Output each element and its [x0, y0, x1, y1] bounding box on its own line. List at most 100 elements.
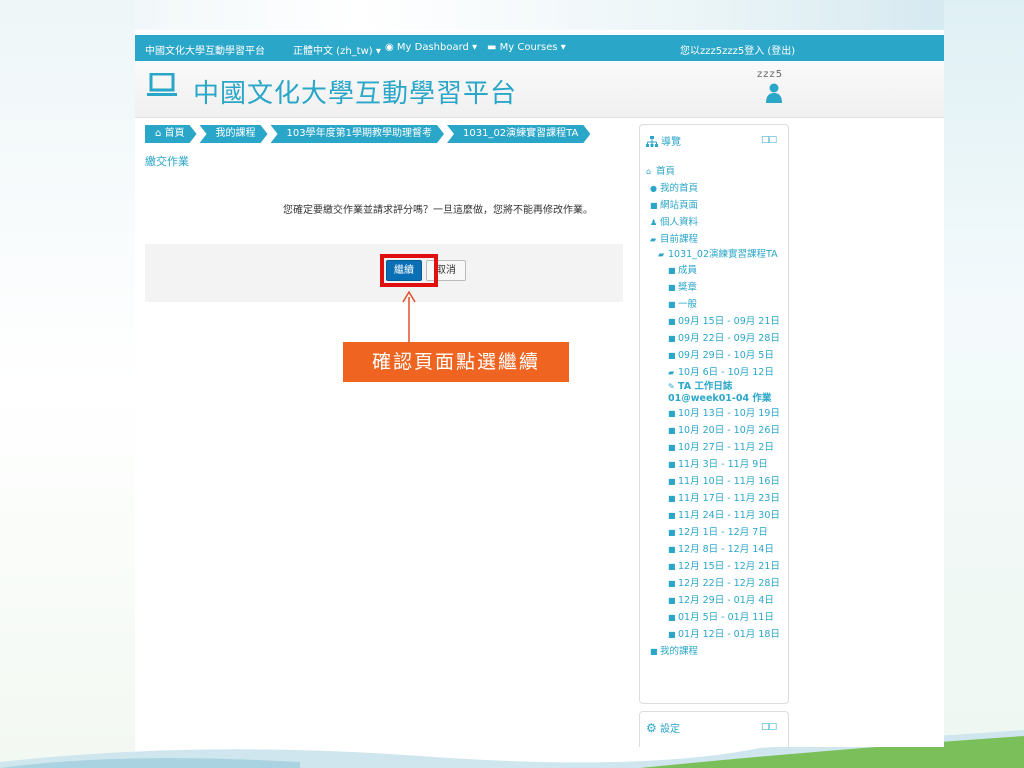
- folder-icon: ■: [668, 426, 676, 435]
- folder-icon: ■: [668, 334, 676, 343]
- nav-tree-item-label: 11月 10日 - 11月 16日: [678, 476, 780, 487]
- nav-tree-item-label: 10月 6日 - 10月 12日: [678, 367, 774, 378]
- nav-tree-item-label: 12月 15日 - 12月 21日: [678, 561, 780, 572]
- breadcrumb-term[interactable]: 103學年度第1學期教學助理督考: [271, 125, 444, 143]
- folder-icon: ■: [668, 494, 676, 503]
- settings-block-title: ⚙ 設定: [646, 720, 680, 735]
- arrow-up-icon: [402, 291, 416, 343]
- nav-tree-item-label: 11月 17日 - 11月 23日: [678, 493, 780, 504]
- navigation-block: 導覽 □□ ⌂ 首頁 ● 我的首頁 ■ 網站頁面 ♟ 個人資料 ▰ 目前課程 ▰ 1031_02演練實…: [639, 124, 789, 704]
- nav-tree-item[interactable]: ■ 11月 17日 - 11月 23日: [646, 490, 786, 507]
- nav-tree-item[interactable]: ■ 11月 3日 - 11月 9日: [646, 456, 786, 473]
- nav-tree-item-label: 成員: [678, 265, 698, 276]
- avatar[interactable]: [765, 83, 783, 103]
- nav-tree-item-label: 10月 27日 - 11月 2日: [678, 442, 774, 453]
- confirm-message: 您確定要繳交作業並請求評分嗎？一旦這麼做，您將不能再修改作業。: [283, 205, 593, 216]
- nav-tree-item[interactable]: ■ 12月 22日 - 12月 28日: [646, 575, 786, 592]
- folder-icon: ■: [668, 545, 676, 554]
- folder-icon: ■: [668, 596, 676, 605]
- gear-icon: ⚙: [646, 721, 657, 735]
- nav-tree-item[interactable]: ✎ TA 工作日誌 01@week01-04 作業: [646, 381, 778, 405]
- user-name[interactable]: zzz5: [757, 69, 783, 80]
- nav-tree-item[interactable]: ■ 11月 24日 - 11月 30日: [646, 507, 786, 524]
- nav-tree-item-label: 首頁: [656, 166, 676, 177]
- navigation-block-title: 導覽: [646, 133, 681, 148]
- block-dock-icon[interactable]: □□: [761, 135, 777, 145]
- browser-content: 中國文化大學互動學習平台 正體中文 (zh_tw) ▾ ◉ My Dashboa…: [135, 35, 944, 747]
- nav-tree-item[interactable]: ■ 10月 13日 - 10月 19日: [646, 405, 786, 422]
- assignment-icon: ✎: [668, 382, 675, 391]
- nav-tree-item-label: 10月 13日 - 10月 19日: [678, 408, 780, 419]
- folder-open-icon: ▰: [658, 250, 665, 259]
- nav-tree-item[interactable]: ▰ 10月 6日 - 10月 12日: [646, 364, 786, 381]
- nav-tree-item[interactable]: ▰ 目前課程: [646, 231, 786, 248]
- home-icon: ⌂: [646, 167, 652, 176]
- nav-tree-item[interactable]: ■ 獎章: [646, 279, 786, 296]
- nav-tree-item-label: TA 工作日誌 01@week01-04 作業: [668, 381, 772, 404]
- nav-tree-item[interactable]: ■ 12月 8日 - 12月 14日: [646, 541, 786, 558]
- folder-icon: ■: [668, 351, 676, 360]
- breadcrumb: ⌂ 首頁 我的課程 103學年度第1學期教學助理督考 1031_02演練實習課程…: [145, 125, 593, 143]
- nav-tree-item[interactable]: ■ 01月 5日 - 01月 11日: [646, 609, 786, 626]
- login-status[interactable]: 您以zzz5zzz5登入 (登出): [680, 42, 795, 57]
- dashboard-icon: ◉: [385, 42, 394, 53]
- nav-tree-item[interactable]: ■ 網站頁面: [646, 197, 786, 214]
- folder-icon: ■: [668, 511, 676, 520]
- nav-tree-item-label: 1031_02演練實習課程TA: [668, 249, 778, 260]
- folder-icon: ■: [668, 613, 676, 622]
- nav-tree-item[interactable]: ▰ 1031_02演練實習課程TA: [646, 248, 778, 262]
- breadcrumb-course[interactable]: 1031_02演練實習課程TA: [447, 125, 590, 143]
- folder-icon: ■: [668, 443, 676, 452]
- folder-icon: ■: [668, 283, 676, 292]
- folder-icon: ■: [668, 317, 676, 326]
- nav-tree-item-label: 目前課程: [660, 234, 699, 245]
- navigation-block-label: 導覽: [661, 137, 681, 148]
- breadcrumb-my-courses[interactable]: 我的課程: [200, 125, 268, 143]
- nav-tree-item-label: 獎章: [678, 282, 698, 293]
- folder-icon: ■: [668, 528, 676, 537]
- nav-tree-item[interactable]: ■ 12月 29日 - 01月 4日: [646, 592, 786, 609]
- folder-icon: ■: [668, 266, 676, 275]
- nav-tree-item[interactable]: ■ 12月 1日 - 12月 7日: [646, 524, 786, 541]
- nav-tree-item[interactable]: ■ 09月 15日 - 09月 21日: [646, 313, 786, 330]
- chevron-down-icon: ▾: [375, 46, 381, 57]
- dashboard-label: My Dashboard: [396, 42, 469, 53]
- nav-tree-item-label: 09月 29日 - 10月 5日: [678, 350, 774, 361]
- language-menu[interactable]: 正體中文 (zh_tw) ▾: [293, 42, 381, 57]
- nav-tree-item[interactable]: ■ 10月 20日 - 10月 26日: [646, 422, 786, 439]
- nav-tree-item-label: 12月 22日 - 12月 28日: [678, 578, 780, 589]
- nav-tree-item-label: 11月 3日 - 11月 9日: [678, 459, 768, 470]
- language-label: 正體中文 (zh_tw): [293, 46, 373, 57]
- courses-menu[interactable]: ▬ My Courses ▾: [487, 42, 566, 53]
- dashboard-menu[interactable]: ◉ My Dashboard ▾: [385, 42, 477, 53]
- nav-tree-item[interactable]: ● 我的首頁: [646, 180, 786, 197]
- nav-tree-item[interactable]: ■ 09月 29日 - 10月 5日: [646, 347, 786, 364]
- nav-tree-item[interactable]: ■ 10月 27日 - 11月 2日: [646, 439, 786, 456]
- nav-tree-item[interactable]: ♟ 個人資料: [646, 214, 786, 231]
- nav-tree-item[interactable]: ■ 12月 15日 - 12月 21日: [646, 558, 786, 575]
- nav-tree-item[interactable]: ■ 09月 22日 - 09月 28日: [646, 330, 786, 347]
- folder-icon: ■: [668, 460, 676, 469]
- nav-tree-item[interactable]: ■ 一般: [646, 296, 786, 313]
- slide-left-decoration: [0, 0, 135, 768]
- home-icon: ⌂: [155, 128, 162, 139]
- slide-top-decoration: [0, 0, 1024, 30]
- circle-icon: ●: [650, 184, 657, 193]
- block-dock-icon[interactable]: □□: [761, 722, 777, 732]
- site-title[interactable]: 中國文化大學互動學習平台: [193, 73, 517, 110]
- nav-tree-item-label: 10月 20日 - 10月 26日: [678, 425, 780, 436]
- settings-block: ⚙ 設定 □□: [639, 711, 789, 747]
- nav-tree-item[interactable]: ■ 11月 10日 - 11月 16日: [646, 473, 786, 490]
- nav-tree-item[interactable]: ■ 01月 12日 - 01月 18日: [646, 626, 786, 643]
- breadcrumb-home[interactable]: ⌂ 首頁: [145, 125, 197, 143]
- nav-tree-item[interactable]: ■ 我的課程: [646, 643, 786, 660]
- navbar-site-link[interactable]: 中國文化大學互動學習平台: [145, 42, 265, 57]
- nav-tree-item-label: 11月 24日 - 11月 30日: [678, 510, 780, 521]
- folder-icon: ■: [668, 300, 676, 309]
- nav-tree-item[interactable]: ■ 成員: [646, 262, 786, 279]
- nav-tree-item-label: 我的首頁: [660, 183, 699, 194]
- site-header: 中國文化大學互動學習平台 zzz5: [135, 61, 944, 118]
- highlight-box: [380, 254, 438, 287]
- nav-tree-item[interactable]: ⌂ 首頁: [646, 163, 786, 180]
- nav-tree-item-label: 網站頁面: [660, 200, 699, 211]
